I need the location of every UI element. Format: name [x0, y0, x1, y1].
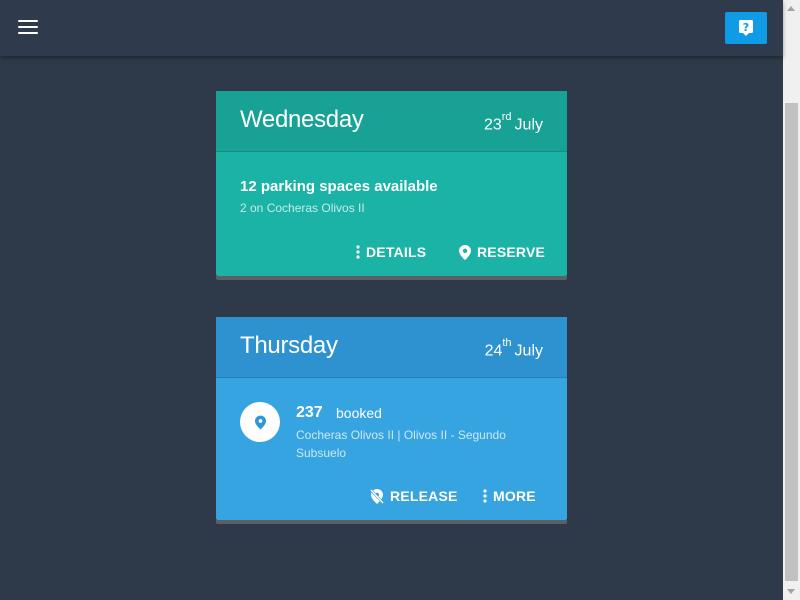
help-button[interactable]: ? — [725, 12, 767, 44]
location-pin-icon — [254, 415, 266, 429]
release-button[interactable]: RELEASE — [370, 488, 458, 504]
booking-status: booked — [336, 405, 382, 421]
release-label: RELEASE — [390, 488, 458, 504]
top-app-bar: ? — [0, 0, 783, 56]
day-card-thursday: Thursday 24th July 237 booked Cocheras Ol… — [216, 317, 567, 524]
day-date: 24th July — [484, 337, 543, 360]
more-vertical-icon — [483, 489, 487, 503]
svg-text:?: ? — [743, 21, 749, 34]
card-bottom-edge — [216, 276, 567, 280]
date-day: 23 — [483, 116, 502, 134]
availability-subtitle: 2 on Cocheras Olivos II — [240, 201, 365, 215]
availability-title: 12 parking spaces available — [240, 178, 438, 195]
date-suffix: rd — [501, 111, 512, 123]
date-month: July — [514, 342, 543, 360]
scroll-down-icon[interactable] — [787, 589, 795, 594]
vertical-scrollbar[interactable] — [783, 0, 800, 600]
more-label: MORE — [493, 488, 536, 504]
card-header: Wednesday 23rd July — [216, 91, 567, 152]
day-name: Thursday — [240, 332, 338, 359]
spot-number: 237 — [296, 404, 323, 421]
details-button[interactable]: DETAILS — [356, 244, 426, 260]
location-avatar — [240, 402, 280, 442]
scroll-thumb[interactable] — [785, 103, 798, 581]
hamburger-icon[interactable] — [18, 19, 38, 35]
more-button[interactable]: MORE — [483, 488, 536, 504]
card-bottom-edge — [216, 520, 567, 524]
more-vertical-icon — [356, 245, 360, 259]
location-off-icon — [370, 488, 384, 504]
reserve-button[interactable]: RESERVE — [459, 244, 545, 260]
location-pin-icon — [459, 244, 471, 260]
day-name: Wednesday — [240, 106, 364, 133]
card-body: 237 booked Cocheras Olivos II | Olivos I… — [216, 378, 567, 520]
date-month: July — [514, 116, 543, 134]
day-card-wednesday: Wednesday 23rd July 12 parking spaces ava… — [216, 91, 567, 280]
scroll-up-icon[interactable] — [787, 6, 795, 11]
reserve-label: RESERVE — [477, 244, 546, 260]
date-day: 24 — [484, 342, 503, 360]
day-date: 23rd July — [483, 111, 543, 134]
details-label: DETAILS — [366, 244, 427, 260]
help-question-icon: ? — [739, 20, 753, 36]
card-body: 12 parking spaces available 2 on Cochera… — [216, 152, 567, 276]
card-header: Thursday 24th July — [216, 317, 567, 378]
date-suffix: th — [502, 337, 512, 349]
spot-location: Cocheras Olivos II | Olivos II - Segundo… — [296, 428, 506, 460]
